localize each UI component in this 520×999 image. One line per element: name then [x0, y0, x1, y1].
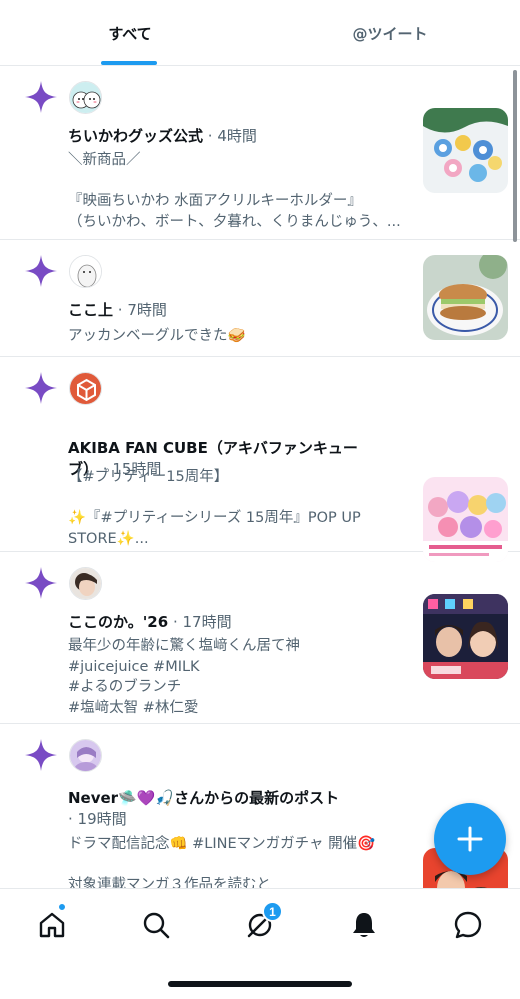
post-thumbnail[interactable]	[423, 108, 508, 193]
timestamp: · 19時間	[68, 810, 127, 828]
post-thumbnail[interactable]	[423, 255, 508, 340]
notification-header: ここ上 · 7時間	[68, 300, 368, 321]
post-text: ドラマ配信記念👊 #LINEマンガガチャ 開催🎯 対象連載マンガ３作品を読むと	[68, 836, 376, 888]
notification-header: Never🛸💜🎣さんからの最新のポスト · 19時間	[68, 788, 388, 830]
compose-button[interactable]	[434, 803, 506, 875]
sparkle-icon	[25, 372, 57, 404]
account-name[interactable]: ちいかわグッズ公式	[68, 127, 203, 145]
post-text: 【#プリティー15周年】 ✨『#プリティーシリーズ 15周年』POP UP ST…	[68, 469, 361, 547]
avatar[interactable]	[69, 255, 102, 288]
active-tab-indicator	[101, 61, 157, 65]
home-icon	[39, 912, 65, 938]
notification-feed[interactable]: ちいかわグッズ公式 · 4時間 ＼新商品／ 『映画ちいかわ 水面アクリルキーホル…	[0, 66, 520, 888]
post-text: 最年少の年齢に驚く塩﨑くん居て神 #juicejuice #MILK #よるのブ…	[68, 638, 300, 716]
timestamp: · 17時間	[168, 613, 232, 631]
notification-item[interactable]: ここのか。'26 · 17時間 最年少の年齢に驚く塩﨑くん居て神 #juicej…	[0, 552, 520, 724]
nav-spaces[interactable]: 1	[240, 901, 283, 945]
timestamp: · 7時間	[113, 301, 167, 319]
messages-icon	[454, 911, 482, 939]
notification-item[interactable]: ちいかわグッズ公式 · 4時間 ＼新商品／ 『映画ちいかわ 水面アクリルキーホル…	[0, 66, 520, 240]
bell-icon	[353, 913, 375, 937]
sparkle-icon	[25, 81, 57, 113]
sparkle-icon	[25, 255, 57, 287]
notification-header: ここのか。'26 · 17時間	[68, 612, 368, 633]
avatar[interactable]	[69, 567, 102, 600]
search-icon	[143, 912, 170, 939]
notification-header: ちいかわグッズ公式 · 4時間	[68, 126, 368, 147]
post-text: アッカンベーグルできた🥪	[68, 328, 246, 344]
post-thumbnail[interactable]	[423, 594, 508, 679]
post-thumbnail[interactable]	[423, 477, 508, 562]
tab-mentions[interactable]: @ツイート	[260, 0, 520, 66]
account-name[interactable]: ここ上	[68, 301, 113, 319]
notification-item[interactable]: Never🛸💜🎣さんからの最新のポスト · 19時間 ドラマ配信記念👊 #LIN…	[0, 724, 520, 888]
nav-home[interactable]	[32, 903, 72, 945]
notification-tabs: すべて @ツイート	[0, 0, 520, 66]
account-name[interactable]: Never🛸💜🎣さんからの最新のポスト	[68, 788, 388, 809]
avatar[interactable]	[69, 81, 102, 114]
timestamp: · 4時間	[203, 127, 257, 145]
new-content-dot	[58, 903, 66, 911]
sparkle-icon	[25, 739, 57, 771]
nav-search[interactable]	[136, 905, 176, 945]
account-name[interactable]: ここのか。'26	[68, 613, 168, 631]
sparkle-icon	[25, 567, 57, 599]
avatar[interactable]	[69, 739, 102, 772]
home-indicator	[168, 981, 352, 987]
avatar[interactable]	[69, 372, 102, 405]
tab-all[interactable]: すべて	[0, 0, 260, 66]
post-text: ＼新商品／ 『映画ちいかわ 水面アクリルキーホルダー』 （ちいかわ、ボート、夕暮…	[68, 152, 401, 230]
notification-badge: 1	[262, 901, 283, 922]
nav-messages[interactable]	[448, 905, 488, 945]
notification-item[interactable]: ここ上 · 7時間 アッカンベーグルできた🥪	[0, 240, 520, 357]
scrollbar[interactable]	[513, 70, 517, 242]
nav-notifications[interactable]	[344, 905, 384, 945]
notification-item[interactable]: AKIBA FAN CUBE（アキバファンキュー ブ） · 15時間 【#プリテ…	[0, 357, 520, 562]
plus-icon	[457, 826, 483, 852]
